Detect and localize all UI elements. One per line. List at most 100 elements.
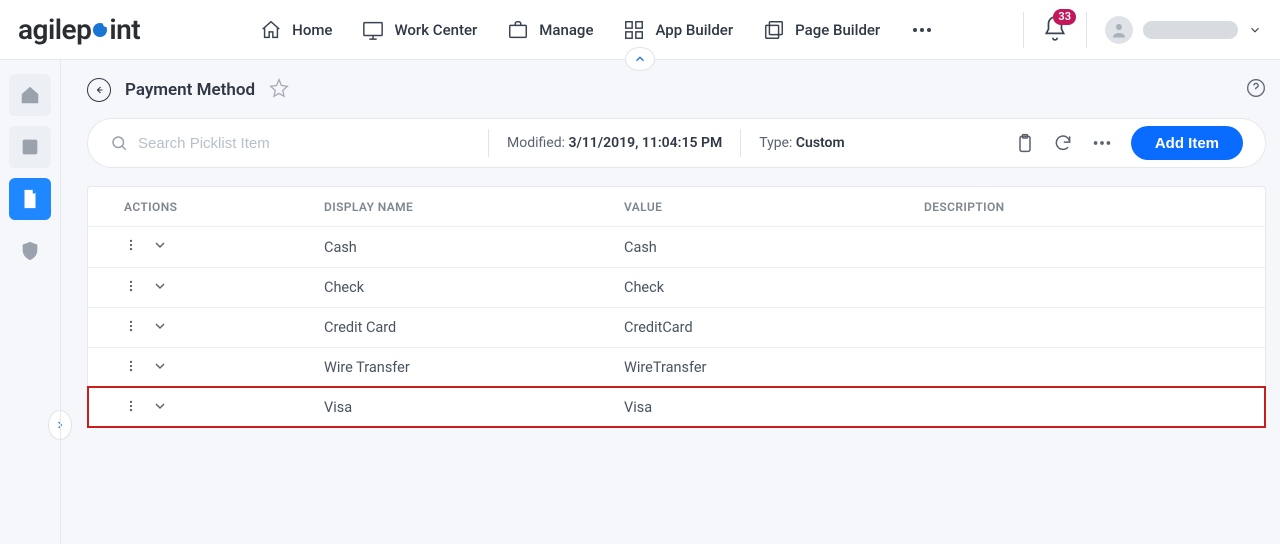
row-menu-button[interactable] (124, 319, 138, 337)
row-expand-toggle[interactable] (152, 358, 168, 378)
col-actions: ACTIONS (124, 200, 324, 214)
monitor-icon (362, 19, 384, 41)
modified-value: 3/11/2019, 11:04:15 PM (568, 135, 722, 151)
nav-home-label: Home (292, 21, 332, 39)
avatar (1105, 16, 1133, 44)
type-label: Type: (759, 135, 792, 151)
more-vertical-icon (124, 359, 138, 373)
divider (1023, 12, 1024, 48)
table-row: Check Check (88, 267, 1265, 307)
table-row: Cash Cash (88, 227, 1265, 267)
add-item-button[interactable]: Add Item (1131, 126, 1243, 160)
table-row: Credit Card CreditCard (88, 307, 1265, 347)
table-body: Cash Cash Check Check Credit Card Credit… (88, 227, 1265, 427)
cell-value: WireTransfer (624, 359, 924, 376)
notifications-button[interactable]: 33 (1042, 15, 1068, 45)
page-header: Payment Method (87, 78, 1266, 102)
row-actions (124, 318, 324, 338)
chevron-down-icon (152, 237, 168, 253)
row-actions (124, 358, 324, 378)
logo-dot-icon (93, 23, 107, 37)
main-content: Payment Method Modified: 3/11/2019, 11:0… (60, 60, 1280, 544)
search-icon (110, 134, 128, 152)
chevron-down-icon (1248, 23, 1262, 37)
col-description: DESCRIPTION (924, 200, 1229, 214)
row-menu-button[interactable] (124, 359, 138, 377)
row-actions (124, 278, 324, 298)
favorite-toggle[interactable] (269, 78, 289, 102)
row-expand-toggle[interactable] (152, 278, 168, 298)
cell-display-name: Check (324, 279, 624, 296)
refresh-button[interactable] (1053, 133, 1073, 153)
row-menu-button[interactable] (124, 399, 138, 417)
more-vertical-icon (124, 399, 138, 413)
search-wrap (110, 134, 470, 152)
modified-meta: Modified: 3/11/2019, 11:04:15 PM (507, 135, 722, 151)
more-vertical-icon (124, 319, 138, 333)
clipboard-button[interactable] (1015, 133, 1035, 153)
more-horizontal-icon (910, 18, 934, 42)
back-button[interactable] (87, 78, 111, 102)
shield-icon (19, 240, 41, 262)
toolbar: Modified: 3/11/2019, 11:04:15 PM Type: C… (87, 118, 1266, 168)
cell-value: Visa (624, 399, 924, 416)
nav-work-center-label: Work Center (394, 21, 477, 39)
nav-page-builder[interactable]: Page Builder (763, 19, 880, 41)
clipboard-icon (1015, 133, 1035, 153)
divider (1086, 12, 1087, 48)
nav-home[interactable]: Home (260, 19, 332, 41)
briefcase-icon (507, 19, 529, 41)
nav-app-builder-label: App Builder (655, 21, 733, 39)
cell-value: Cash (624, 239, 924, 256)
pages-icon (763, 19, 785, 41)
brand-logo: agilepint (18, 13, 140, 46)
table-header: ACTIONS DISPLAY NAME VALUE DESCRIPTION (88, 187, 1265, 227)
refresh-icon (1053, 133, 1073, 153)
chevron-down-icon (152, 318, 168, 334)
row-expand-toggle[interactable] (152, 398, 168, 418)
cell-display-name: Wire Transfer (324, 359, 624, 376)
nav-app-builder[interactable]: App Builder (623, 19, 733, 41)
divider (488, 129, 489, 157)
cell-value: CreditCard (624, 319, 924, 336)
star-icon (269, 78, 289, 98)
primary-nav: Home Work Center Manage App Builder Page… (260, 18, 934, 42)
col-value: VALUE (624, 200, 924, 214)
house-icon (19, 84, 41, 106)
chevron-down-icon (152, 358, 168, 374)
nav-more[interactable] (910, 18, 934, 42)
more-vertical-icon (124, 279, 138, 293)
grid-icon (623, 19, 645, 41)
sidebar-security[interactable] (9, 230, 51, 272)
col-display-name: DISPLAY NAME (324, 200, 624, 214)
topbar-right: 33 (1023, 12, 1262, 48)
nav-manage[interactable]: Manage (507, 19, 593, 41)
help-button[interactable] (1246, 78, 1266, 102)
square-icon (19, 136, 41, 158)
search-input[interactable] (138, 135, 470, 152)
picklist-table: ACTIONS DISPLAY NAME VALUE DESCRIPTION C… (87, 186, 1266, 428)
more-horizontal-icon (1091, 132, 1113, 154)
help-circle-icon (1246, 78, 1266, 98)
nav-work-center[interactable]: Work Center (362, 19, 477, 41)
row-menu-button[interactable] (124, 238, 138, 256)
chevron-down-icon (152, 278, 168, 294)
nav-page-builder-label: Page Builder (795, 21, 880, 39)
row-menu-button[interactable] (124, 279, 138, 297)
topbar: agilepint Home Work Center Manage App Bu… (0, 0, 1280, 60)
user-menu[interactable] (1105, 16, 1262, 44)
modified-label: Modified: (507, 135, 565, 151)
sidebar-picklist[interactable] (9, 178, 51, 220)
type-meta: Type: Custom (759, 135, 844, 151)
more-actions-button[interactable] (1091, 132, 1113, 154)
file-check-icon (19, 188, 41, 210)
cell-value: Check (624, 279, 924, 296)
row-expand-toggle[interactable] (152, 318, 168, 338)
row-expand-toggle[interactable] (152, 237, 168, 257)
page-title: Payment Method (125, 80, 255, 100)
sidebar-layout[interactable] (9, 126, 51, 168)
cell-display-name: Visa (324, 399, 624, 416)
sidebar-home[interactable] (9, 74, 51, 116)
cell-display-name: Credit Card (324, 319, 624, 336)
table-row: Visa Visa (88, 387, 1265, 427)
